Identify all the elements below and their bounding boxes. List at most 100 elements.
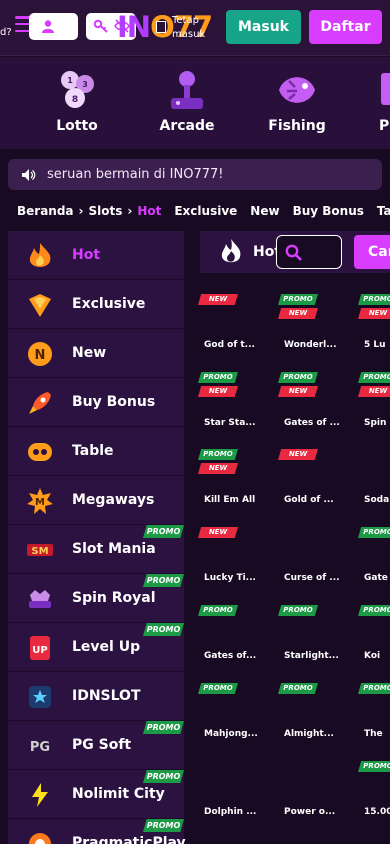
sidebar-item-pg-soft[interactable]: PG PG Soft PROMO (8, 721, 184, 770)
game-card[interactable]: PROMO Gate (356, 522, 390, 592)
game-card[interactable]: PROMO Starlight... (276, 600, 348, 670)
game-card[interactable]: PROMO Koi (356, 600, 390, 670)
game-card[interactable]: PROMO NEW Kill Em All (196, 444, 268, 514)
game-card[interactable]: PROMO 15.00 (356, 756, 390, 826)
game-title: Gold of ... (284, 495, 334, 505)
category-lotto[interactable]: 1 3 8 Lotto (37, 57, 117, 149)
category-poker[interactable]: P (361, 57, 390, 149)
sidebar-item-nolimit-city[interactable]: Nolimit City PROMO (8, 770, 184, 819)
sidebar-item-buy-bonus[interactable]: Buy Bonus (8, 378, 184, 427)
game-search-input[interactable] (276, 235, 342, 269)
sidebar-item-exclusive[interactable]: Exclusive (8, 280, 184, 329)
game-title: Mahjong... (204, 729, 258, 739)
key-icon (94, 19, 108, 33)
game-title: Wonderl... (284, 340, 337, 350)
category-sidebar: Hot Exclusive N New Buy Bonus Table M Megaways S… (8, 231, 186, 844)
game-title: Star Sta... (204, 418, 256, 428)
sidebar-item-pragmaticplay[interactable]: PragmaticPlay PROMO (8, 819, 186, 844)
promo-badge: PROMO (143, 721, 184, 734)
sidebar-item-new[interactable]: N New (8, 329, 184, 378)
promo-badge: PROMO (198, 683, 238, 694)
breadcrumb: Beranda › Slots › Hot Exclusive New Buy Bonus Ta… (17, 204, 390, 218)
pragmatic-icon (26, 830, 54, 844)
sidebar-item-table[interactable]: Table (8, 427, 184, 476)
game-title: Almight... (284, 729, 334, 739)
game-card[interactable]: Power o... (276, 756, 348, 826)
new-badge: NEW (358, 386, 390, 397)
tab-new[interactable]: New (250, 204, 279, 218)
game-card[interactable]: NEW Lucky Ti... (196, 522, 268, 592)
tab-table[interactable]: Tal (377, 204, 390, 218)
sidebar-item-label: PG Soft (72, 737, 132, 753)
game-card[interactable]: PROMO NEW Wonderl... (276, 289, 348, 359)
game-title: Kill Em All (204, 495, 256, 505)
marquee-text: seruan bermain di INO777! (47, 167, 224, 182)
game-title: God of t... (204, 340, 255, 350)
game-card[interactable]: NEW Gold of ... (276, 444, 348, 514)
category-strip: 1 3 8 Lotto Arcade Fishing P (0, 57, 390, 149)
sidebar-item-slot-mania[interactable]: SM Slot Mania PROMO (8, 525, 184, 574)
game-card[interactable]: PROMO Gates of... (196, 600, 268, 670)
game-card[interactable]: Curse of ... (276, 522, 348, 592)
new-badge: NEW (198, 463, 238, 474)
register-button[interactable]: Daftar (309, 10, 382, 44)
username-input[interactable] (29, 13, 78, 40)
game-card[interactable]: Soda (356, 444, 390, 514)
promo-badge: PROMO (278, 605, 318, 616)
sidebar-item-label: Buy Bonus (72, 394, 156, 410)
sidebar-item-level-up[interactable]: UP Level Up PROMO (8, 623, 184, 672)
game-card[interactable]: Dolphin ... (196, 756, 268, 826)
fire-icon (221, 239, 241, 263)
promo-badge: PROMO (358, 527, 390, 538)
breadcrumb-slots[interactable]: Slots (88, 204, 122, 218)
header-partial-text: d? (0, 27, 12, 38)
sidebar-item-label: New (72, 345, 107, 361)
fire-icon (26, 242, 54, 270)
poker-icon (381, 73, 390, 105)
category-arcade[interactable]: Arcade (147, 57, 227, 149)
sidebar-item-hot[interactable]: Hot (8, 231, 184, 280)
promo-badge: PROMO (198, 372, 238, 383)
game-card[interactable]: PROMO NEW Gates of ... (276, 367, 348, 437)
game-card[interactable]: PROMO NEW 5 Lu (356, 289, 390, 359)
game-card[interactable]: NEW God of t... (196, 289, 268, 359)
promo-badge: PROMO (278, 683, 318, 694)
speaker-icon (22, 169, 36, 181)
nolimit-icon (26, 781, 54, 809)
tab-exclusive[interactable]: Exclusive (174, 204, 237, 218)
joystick-icon (171, 71, 203, 109)
new-badge: NEW (278, 449, 318, 460)
pg-soft-icon: PG (26, 732, 54, 760)
game-title: Soda (364, 495, 390, 505)
game-title: Lucky Ti... (204, 573, 256, 583)
login-button[interactable]: Masuk (226, 10, 301, 44)
game-card[interactable]: PROMO Mahjong... (196, 678, 268, 748)
top-header: d? INO77 Tetap masuk Masuk Daftar (0, 0, 390, 56)
user-icon (42, 20, 54, 33)
fish-icon (279, 77, 315, 103)
category-fishing[interactable]: Fishing (257, 57, 337, 149)
crown-gem-icon (26, 291, 54, 319)
category-label: Fishing (268, 118, 326, 134)
sidebar-item-idnslot[interactable]: IDNSLOT (8, 672, 184, 721)
tab-buy-bonus[interactable]: Buy Bonus (293, 204, 364, 218)
breadcrumb-current[interactable]: Hot (137, 204, 161, 218)
game-card[interactable]: PROMO NEW Star Sta... (196, 367, 268, 437)
rocket-icon (26, 389, 54, 417)
game-card[interactable]: PROMO The (356, 678, 390, 748)
promo-badge: PROMO (198, 605, 238, 616)
game-card[interactable]: PROMO NEW Spin (356, 367, 390, 437)
game-card[interactable]: PROMO Almight... (276, 678, 348, 748)
sidebar-item-label: Exclusive (72, 296, 146, 312)
promo-badge: PROMO (358, 761, 390, 772)
game-title: Curse of ... (284, 573, 340, 583)
lotto-balls-icon: 1 3 8 (61, 71, 94, 108)
sidebar-item-megaways[interactable]: M Megaways (8, 476, 184, 525)
svg-text:SM: SM (31, 546, 48, 557)
search-button[interactable]: Cari (354, 235, 390, 269)
remember-checkbox[interactable] (156, 21, 166, 33)
table-icon (26, 438, 54, 466)
sidebar-item-spin-royal[interactable]: Spin Royal PROMO (8, 574, 184, 623)
breadcrumb-home[interactable]: Beranda (17, 204, 74, 218)
game-title: Gates of... (204, 651, 257, 661)
